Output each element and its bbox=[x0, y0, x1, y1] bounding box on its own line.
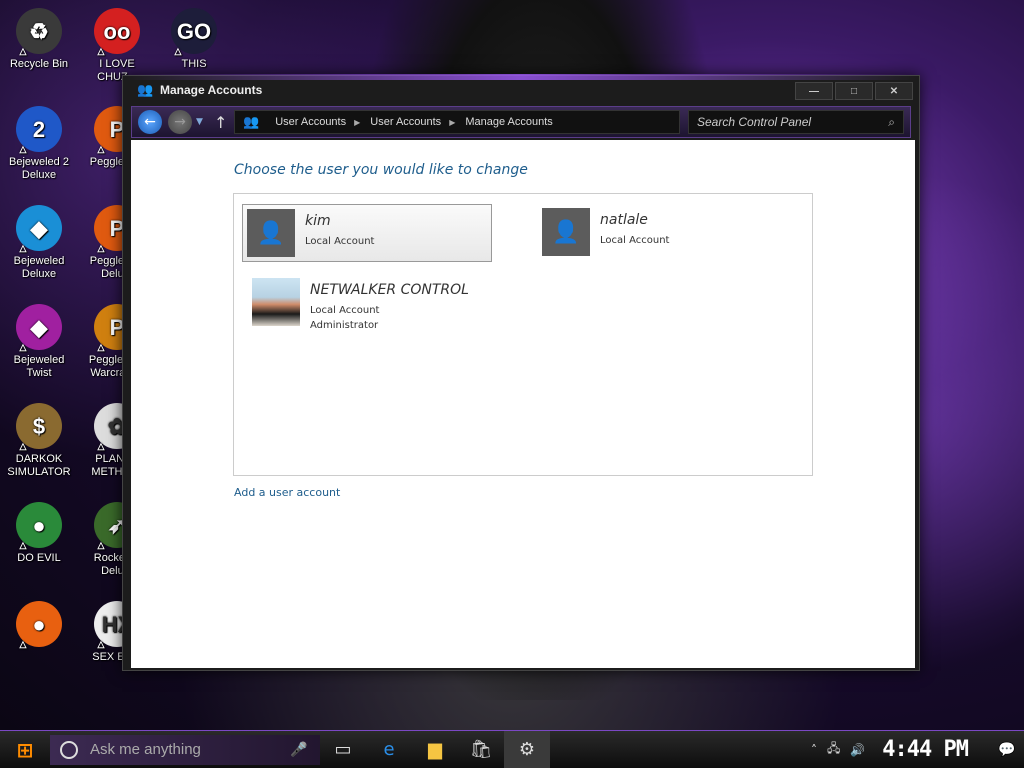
bejeweled-2-icon: 2 △ bbox=[16, 106, 62, 154]
shortcut-arrow-icon: △ bbox=[19, 144, 27, 154]
search-icon[interactable]: ⌕ bbox=[888, 115, 895, 130]
control-panel-icon: 👥 bbox=[243, 114, 260, 129]
cortana-placeholder: Ask me anything bbox=[90, 741, 201, 758]
desktop-icon-label: DARKOK SIMULATOR bbox=[7, 453, 71, 478]
window-controls: — □ ✕ bbox=[795, 82, 913, 100]
maximize-button[interactable]: □ bbox=[835, 82, 873, 100]
account-tile-netwalker-control[interactable]: NETWALKER CONTROL Local Account Administ… bbox=[248, 274, 548, 336]
account-type: Local Account bbox=[305, 236, 375, 247]
goland-icon: GO △ bbox=[171, 8, 217, 56]
account-type: Local Account bbox=[600, 235, 670, 246]
edge-icon[interactable]: e bbox=[366, 731, 412, 768]
shortcut-arrow-icon: △ bbox=[19, 540, 27, 550]
page-heading: Choose the user you would like to change bbox=[234, 162, 528, 178]
up-button[interactable]: ↑ bbox=[214, 113, 228, 132]
desktop-icon-label: Bejeweled Twist bbox=[13, 354, 65, 379]
search-placeholder: Search Control Panel bbox=[697, 115, 812, 129]
shortcut-arrow-icon: △ bbox=[19, 243, 27, 253]
shortcut-arrow-icon: △ bbox=[97, 46, 105, 56]
system-tray: ˄ 🖧 🔊 4:44 PM 💬 bbox=[806, 731, 1024, 768]
shortcut-arrow-icon: △ bbox=[97, 243, 105, 253]
add-user-account-link[interactable]: Add a user account bbox=[234, 486, 340, 499]
manage-accounts-window: 👥 Manage Accounts — □ ✕ ← → ▼ ↑ 👥 User A… bbox=[122, 74, 920, 671]
chrome-icon: ● △ bbox=[16, 502, 62, 550]
breadcrumb-separator-icon[interactable]: ▶ bbox=[354, 118, 360, 127]
desktop-icon-label: Bejeweled Deluxe bbox=[13, 255, 65, 280]
desktop-icon[interactable]: ♻ △ Recycle Bin bbox=[2, 8, 76, 100]
account-tile-kim[interactable]: 👤 kim Local Account bbox=[242, 204, 492, 262]
breadcrumb-separator-icon[interactable]: ▶ bbox=[449, 118, 455, 127]
search-control-panel-input[interactable]: Search Control Panel ⌕ bbox=[688, 110, 904, 134]
cortana-search-box[interactable]: Ask me anything 🎤 bbox=[50, 734, 320, 765]
app-icon: oo △ bbox=[94, 8, 140, 56]
money-bag-icon: $ △ bbox=[16, 403, 62, 451]
account-name: NETWALKER CONTROL bbox=[310, 282, 469, 298]
forward-button[interactable]: → bbox=[168, 110, 192, 134]
shortcut-arrow-icon: △ bbox=[19, 441, 27, 451]
desktop-icon[interactable]: 2 △ Bejeweled 2 Deluxe bbox=[2, 106, 76, 198]
desktop-icon-label: DO EVIL bbox=[17, 552, 61, 564]
shortcut-arrow-icon: △ bbox=[19, 46, 27, 56]
show-hidden-icons[interactable]: ˄ bbox=[806, 743, 822, 757]
shortcut-arrow-icon: △ bbox=[97, 540, 105, 550]
breadcrumb-item[interactable]: User Accounts bbox=[275, 116, 346, 128]
recycle-bin-icon: ♻ △ bbox=[16, 8, 62, 56]
accounts-list: 👤 kim Local Account 👤 natlale Local Acco… bbox=[233, 193, 813, 476]
shortcut-arrow-icon: △ bbox=[19, 639, 27, 649]
desktop-icon[interactable]: ◆ △ Bejeweled Twist bbox=[2, 304, 76, 396]
clock[interactable]: 4:44 PM bbox=[870, 737, 990, 762]
user-avatar-icon: 👤 bbox=[247, 209, 295, 257]
store-icon[interactable]: 🛍 bbox=[458, 731, 504, 768]
firefox-icon: ● △ bbox=[16, 601, 62, 649]
user-photo-avatar bbox=[252, 278, 300, 326]
breadcrumb-item[interactable]: Manage Accounts bbox=[465, 116, 552, 128]
user-accounts-icon: 👥 bbox=[137, 82, 154, 97]
file-explorer-icon[interactable]: ▆ bbox=[412, 731, 458, 768]
desktop-icon-label: Bejeweled 2 Deluxe bbox=[9, 156, 69, 181]
back-button[interactable]: ← bbox=[138, 110, 162, 134]
title-bar[interactable]: 👥 Manage Accounts — □ ✕ bbox=[123, 76, 919, 104]
shortcut-arrow-icon: △ bbox=[174, 46, 182, 56]
breadcrumb-item[interactable]: User Accounts bbox=[370, 116, 441, 128]
user-avatar-icon: 👤 bbox=[542, 208, 590, 256]
task-view-icon[interactable]: ▭ bbox=[320, 731, 366, 768]
bejeweled-twist-icon: ◆ △ bbox=[16, 304, 62, 352]
desktop-icon-label: Recycle Bin bbox=[9, 58, 69, 70]
volume-icon[interactable]: 🔊 bbox=[845, 743, 870, 757]
taskbar: ⊞ Ask me anything 🎤 ▭ e ▆ 🛍 ⚙ ˄ 🖧 🔊 4:44… bbox=[0, 730, 1024, 768]
account-name: kim bbox=[305, 213, 331, 229]
close-button[interactable]: ✕ bbox=[875, 82, 913, 100]
recent-pages-dropdown[interactable]: ▼ bbox=[196, 117, 206, 127]
network-icon[interactable]: 🖧 bbox=[822, 739, 845, 760]
shortcut-arrow-icon: △ bbox=[19, 342, 27, 352]
microphone-icon[interactable]: 🎤 bbox=[290, 741, 310, 758]
minimize-button[interactable]: — bbox=[795, 82, 833, 100]
desktop-icon[interactable]: ● △ DO EVIL bbox=[2, 502, 76, 594]
shortcut-arrow-icon: △ bbox=[97, 342, 105, 352]
desktop-icon[interactable]: $ △ DARKOK SIMULATOR bbox=[2, 403, 76, 495]
account-role: Administrator bbox=[310, 320, 379, 331]
start-button[interactable]: ⊞ bbox=[0, 731, 50, 768]
shortcut-arrow-icon: △ bbox=[97, 441, 105, 451]
shortcut-arrow-icon: △ bbox=[97, 144, 105, 154]
account-type: Local Account bbox=[310, 305, 380, 316]
cortana-icon bbox=[60, 740, 78, 759]
action-center-icon[interactable]: 💬 bbox=[990, 742, 1024, 758]
shortcut-arrow-icon: △ bbox=[97, 639, 105, 649]
address-bar[interactable]: 👥 User Accounts ▶ User Accounts ▶ Manage… bbox=[234, 110, 680, 134]
desktop-icon-label: THIS bbox=[181, 58, 207, 70]
window-title: Manage Accounts bbox=[160, 83, 263, 97]
control-panel-taskbar-icon[interactable]: ⚙ bbox=[504, 730, 550, 768]
navigation-bar: ← → ▼ ↑ 👥 User Accounts ▶ User Accounts … bbox=[131, 106, 911, 138]
content-pane: Choose the user you would like to change… bbox=[131, 140, 915, 668]
account-tile-natlale[interactable]: 👤 natlale Local Account bbox=[538, 204, 788, 262]
account-name: natlale bbox=[600, 212, 648, 228]
diamond-icon: ◆ △ bbox=[16, 205, 62, 253]
desktop-icon[interactable]: ● △ bbox=[2, 601, 76, 693]
desktop-icon[interactable]: ◆ △ Bejeweled Deluxe bbox=[2, 205, 76, 297]
